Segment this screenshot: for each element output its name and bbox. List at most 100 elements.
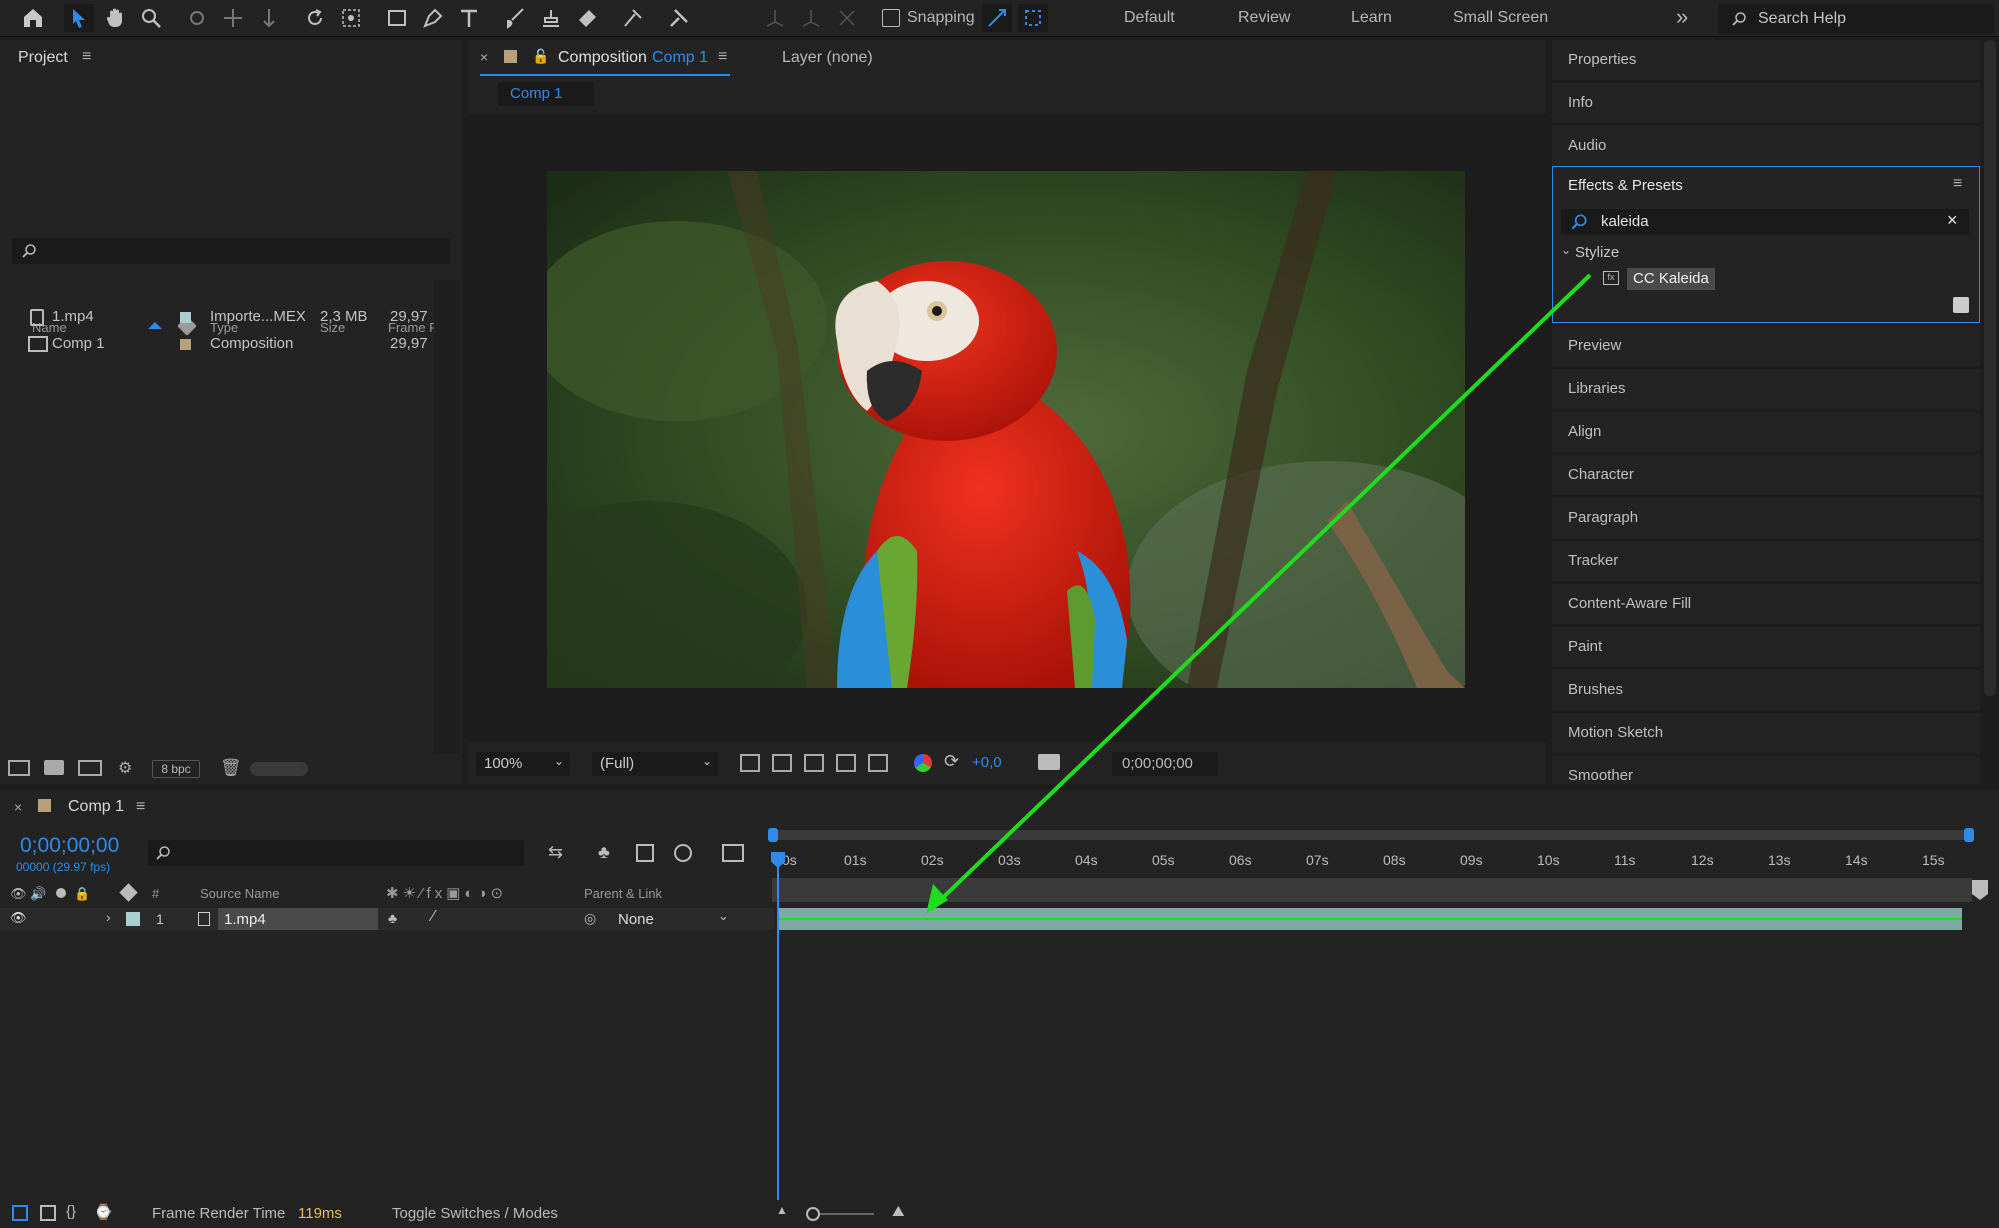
panel-brushes[interactable]: Brushes <box>1552 670 1980 710</box>
mask-visibility-icon[interactable] <box>804 754 824 772</box>
dolly-camera-icon[interactable] <box>254 4 284 32</box>
timeline-title[interactable]: Comp 1 <box>68 798 124 816</box>
workspace-review[interactable]: Review <box>1238 9 1290 27</box>
visibility-eye-icon[interactable]: 👁 <box>10 910 27 926</box>
more-workspaces-icon[interactable]: » <box>1676 4 1688 30</box>
layer-switches-icon[interactable] <box>12 1205 28 1221</box>
category-stylize[interactable]: Stylize <box>1575 244 1619 261</box>
playhead-line[interactable] <box>777 852 779 1200</box>
audio-switch-icon[interactable]: 🔊 <box>30 886 46 902</box>
work-area-bar[interactable] <box>772 830 1972 840</box>
eraser-tool-icon[interactable] <box>572 4 602 32</box>
zoom-out-icon[interactable]: ▲ <box>776 1203 788 1217</box>
lock-icon[interactable]: 🔒 <box>74 886 90 902</box>
toggle-switches-modes[interactable]: Toggle Switches / Modes <box>392 1205 558 1222</box>
panel-properties[interactable]: Properties <box>1552 40 1980 80</box>
workspace-default[interactable]: Default <box>1124 9 1175 27</box>
layer-name-field[interactable]: 1.mp4 <box>218 908 378 930</box>
snap-edges-icon[interactable] <box>982 4 1012 32</box>
axis-view-icon[interactable] <box>832 4 862 32</box>
work-area-end-handle[interactable] <box>1964 828 1974 842</box>
pen-tool-icon[interactable] <box>418 4 448 32</box>
render-time-icon[interactable]: ⌚ <box>94 1203 113 1221</box>
quality-switch-icon[interactable]: ⁄ <box>432 908 435 926</box>
comp-tab-prefix[interactable]: Composition <box>558 49 647 67</box>
pick-whip-icon[interactable]: ◎ <box>584 910 596 927</box>
bit-depth-button[interactable]: 8 bpc <box>152 760 200 778</box>
panel-libraries[interactable]: Libraries <box>1552 369 1980 409</box>
grid-guides-icon[interactable] <box>868 754 888 772</box>
shy-switch-icon[interactable]: ♣ <box>388 910 397 926</box>
brush-tool-icon[interactable] <box>500 4 530 32</box>
timeline-menu-icon[interactable]: ≡ <box>136 798 145 816</box>
panel-character[interactable]: Character <box>1552 455 1980 495</box>
label-tag-icon[interactable] <box>119 883 138 902</box>
layer-label-swatch[interactable] <box>126 912 140 926</box>
current-timecode[interactable]: 0;00;00;00 <box>20 834 119 858</box>
solo-icon[interactable] <box>56 888 66 898</box>
transfer-controls-icon[interactable] <box>40 1205 56 1221</box>
layer-tab[interactable]: Layer (none) <box>782 49 873 67</box>
new-composition-icon[interactable] <box>78 760 102 776</box>
selection-tool-icon[interactable] <box>64 4 94 32</box>
close-tab-icon[interactable]: × <box>480 49 488 65</box>
clone-stamp-icon[interactable] <box>536 4 566 32</box>
trash-icon[interactable]: 🗑 <box>220 758 242 778</box>
region-of-interest-icon[interactable] <box>836 754 856 772</box>
frame-blending-icon[interactable] <box>636 844 654 862</box>
col-source-name[interactable]: Source Name <box>200 886 279 901</box>
fast-previews-icon[interactable] <box>740 754 760 772</box>
axis-world-icon[interactable] <box>796 4 826 32</box>
project-item-1mp4[interactable]: 1.mp4 Importe...MEX 2,3 MB 29,97 ⧉ <box>0 304 460 330</box>
snapping-checkbox[interactable] <box>882 9 900 27</box>
composition-viewer-image[interactable] <box>547 171 1465 688</box>
parent-value[interactable]: None <box>618 911 654 928</box>
zoom-dropdown[interactable]: 100% ⌄ <box>476 752 570 776</box>
zoom-tool-icon[interactable] <box>136 4 166 32</box>
video-switch-icon[interactable]: 👁 <box>10 886 27 902</box>
panel-motion-sketch[interactable]: Motion Sketch <box>1552 713 1980 753</box>
project-menu-icon[interactable]: ≡ <box>82 48 91 66</box>
panel-paint[interactable]: Paint <box>1552 627 1980 667</box>
panel-preview[interactable]: Preview <box>1552 326 1980 366</box>
shy-layers-icon[interactable]: ♣ <box>598 842 610 863</box>
project-settings-icon[interactable]: ⚙ <box>118 758 132 778</box>
comp-menu-icon[interactable]: ≡ <box>718 48 727 66</box>
new-preset-icon[interactable] <box>1953 297 1969 313</box>
project-search-input[interactable] <box>12 238 450 264</box>
panel-align[interactable]: Align <box>1552 412 1980 452</box>
transparency-grid-icon[interactable] <box>772 754 792 772</box>
panel-tracker[interactable]: Tracker <box>1552 541 1980 581</box>
chevron-down-icon[interactable]: ⌄ <box>1561 243 1571 257</box>
clear-search-icon[interactable]: × <box>1947 210 1958 231</box>
thumbnail-slider[interactable] <box>250 762 308 776</box>
zoom-in-icon[interactable]: ⛰ <box>892 1203 905 1220</box>
expand-chevron-icon[interactable]: › <box>106 909 111 925</box>
panel-paragraph[interactable]: Paragraph <box>1552 498 1980 538</box>
rectangle-tool-icon[interactable] <box>382 4 412 32</box>
effects-menu-icon[interactable]: ≡ <box>1953 175 1962 193</box>
comp-subtab[interactable]: Comp 1 <box>498 82 594 106</box>
help-search-input[interactable]: Search Help <box>1718 4 1994 34</box>
viewer-timecode[interactable]: 0;00;00;00 <box>1112 752 1218 776</box>
pan-behind-icon[interactable] <box>336 4 366 32</box>
workspace-learn[interactable]: Learn <box>1351 9 1392 27</box>
panel-info[interactable]: Info <box>1552 83 1980 123</box>
puppet-pin-icon[interactable] <box>664 4 694 32</box>
exposure-value[interactable]: +0,0 <box>972 754 1002 771</box>
panel-smoother[interactable]: Smoother <box>1552 756 1980 784</box>
resolution-dropdown[interactable]: (Full) ⌄ <box>592 752 718 776</box>
timeline-search-input[interactable] <box>148 840 524 866</box>
axis-local-icon[interactable] <box>760 4 790 32</box>
close-tab-icon[interactable]: × <box>14 799 22 815</box>
interpret-footage-icon[interactable] <box>8 760 30 776</box>
home-icon[interactable] <box>18 4 48 32</box>
comp-tab-name[interactable]: Comp 1 <box>652 49 708 67</box>
graph-editor-icon[interactable] <box>722 844 744 862</box>
panel-content-aware-fill[interactable]: Content-Aware Fill <box>1552 584 1980 624</box>
col-parent-link[interactable]: Parent & Link <box>584 886 662 901</box>
reset-exposure-icon[interactable]: ⟳ <box>944 751 959 772</box>
comp-marker-icon[interactable] <box>1972 880 1988 900</box>
right-panels-scrollbar[interactable] <box>1984 40 1996 696</box>
zoom-slider-knob[interactable] <box>806 1207 820 1221</box>
